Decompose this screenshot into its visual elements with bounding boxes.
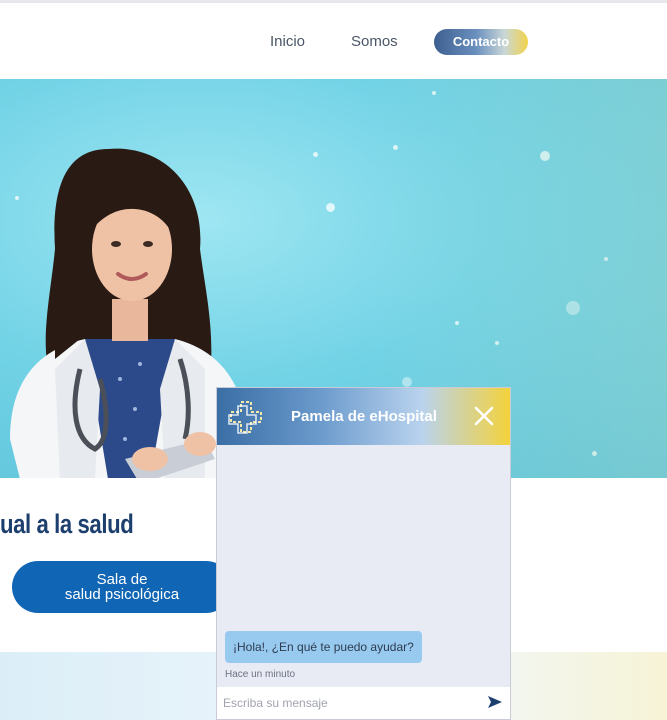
top-navbar: Inicio Somos Contacto: [0, 3, 667, 79]
nav-link-somos[interactable]: Somos: [351, 33, 398, 50]
sala-button-line1: Sala de: [96, 571, 148, 588]
sparkle: [495, 341, 499, 345]
chat-input-row: [217, 687, 510, 719]
send-icon[interactable]: [487, 695, 503, 709]
sparkle: [313, 152, 318, 157]
sparkle: [402, 377, 412, 387]
chat-message-bubble: ¡Hola!, ¿En qué te puedo ayudar?: [225, 631, 422, 663]
chat-widget: Pamela de eHospital ¡Hola!, ¿En qué te p…: [216, 387, 511, 720]
chat-title: Pamela de eHospital: [291, 408, 437, 425]
chat-message-input[interactable]: [223, 693, 473, 713]
sparkle: [432, 91, 436, 95]
close-icon[interactable]: [472, 404, 496, 428]
cross-logo-icon: [228, 401, 262, 434]
sparkle: [326, 203, 335, 212]
chat-messages: ¡Hola!, ¿En qué te puedo ayudar? Hace un…: [217, 445, 510, 687]
sala-salud-psicologica-button[interactable]: Sala de salud psicológica: [12, 561, 232, 613]
sparkle: [592, 451, 597, 456]
sparkle: [540, 151, 550, 161]
sala-button-line2: salud psicológica: [64, 586, 180, 603]
nav-link-inicio[interactable]: Inicio: [270, 33, 305, 50]
sparkle: [393, 145, 398, 150]
sparkle: [455, 321, 459, 325]
chat-header: Pamela de eHospital: [217, 388, 510, 445]
sparkle: [566, 301, 580, 315]
contact-button[interactable]: Contacto: [434, 29, 528, 55]
page-headline: ual a la salud: [0, 509, 134, 539]
message-timestamp: Hace un minuto: [225, 669, 296, 680]
sparkle: [604, 257, 608, 261]
